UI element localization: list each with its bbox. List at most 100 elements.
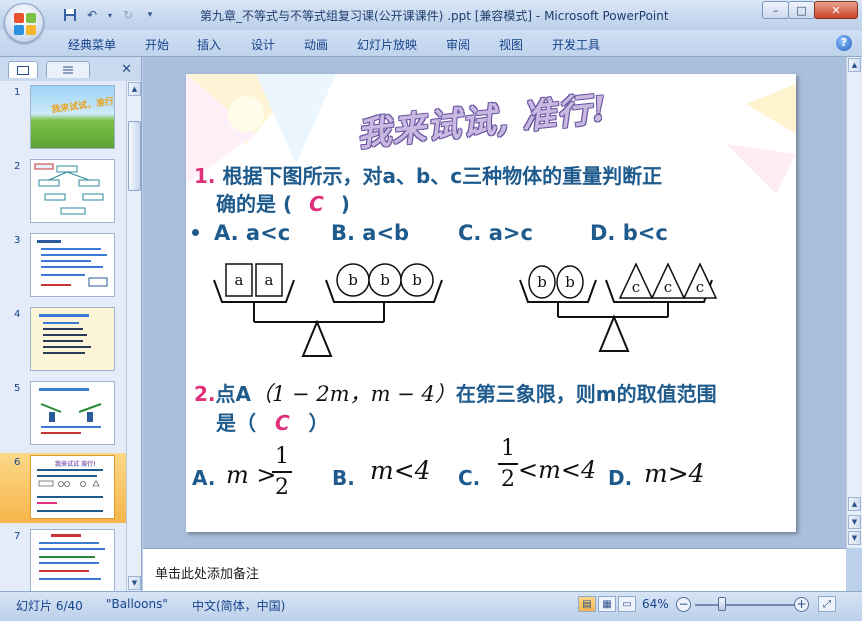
tab-animation[interactable]: 动画 <box>304 36 328 53</box>
slide-canvas[interactable]: 我来试试, 准行! 1. 根据下图所示，对a、b、c三种物体的重量判断正 确的是… <box>186 74 796 532</box>
office-button[interactable] <box>4 3 44 43</box>
zoom-in-icon[interactable]: + <box>794 597 809 612</box>
label-c3: c <box>696 278 704 296</box>
thumbnail-slide-1: 我来试试，准行! <box>30 85 115 149</box>
tab-view[interactable]: 视图 <box>499 36 523 53</box>
fit-to-window-icon[interactable]: ⤢ <box>818 596 836 612</box>
minimize-button[interactable]: – <box>762 1 789 19</box>
quick-access-toolbar: ↶ ▾ ↻ ▾ <box>54 6 158 24</box>
zoom-level[interactable]: 64% <box>642 597 669 611</box>
thumbnail-item[interactable]: 4 <box>0 305 126 375</box>
save-icon[interactable] <box>62 7 78 23</box>
next-slide-icon[interactable]: ▼ <box>848 515 861 529</box>
title-bar: ↶ ▾ ↻ ▾ 第九章_不等式与不等式组复习课(公开课课件) .ppt [兼容模… <box>0 0 862 43</box>
q1-answer: C <box>309 192 324 216</box>
thumb3-text <box>37 240 108 287</box>
thumbnail-scrollbar[interactable]: ▲ ▼ <box>126 81 141 591</box>
redo-icon[interactable]: ↻ <box>120 7 136 23</box>
slide-editor: 我来试试, 准行! 1. 根据下图所示，对a、b、c三种物体的重量判断正 确的是… <box>143 57 846 548</box>
q2-option-c-fraction: 1 2 <box>498 436 518 492</box>
tab-slideshow[interactable]: 幻灯片放映 <box>357 36 417 53</box>
slideshow-view-icon[interactable]: ▭ <box>618 596 636 612</box>
q1-line2-post: ) <box>340 192 350 216</box>
q2-option-c-math: <m<4 <box>518 456 597 484</box>
editor-scrollbar[interactable]: ▲ ▲ ▼ ▼ <box>846 57 862 548</box>
tab-design[interactable]: 设计 <box>251 36 275 53</box>
q1-option-a: A. a<c <box>214 221 291 245</box>
normal-view-icon[interactable]: ▤ <box>578 596 596 612</box>
thumbnail-number: 4 <box>14 309 21 320</box>
status-bar: 幻灯片 6/40 "Balloons" 中文(简体，中国) ▤ ▦ ▭ 64% … <box>0 591 862 621</box>
tab-review[interactable]: 审阅 <box>446 36 470 53</box>
q2-option-b-label: B. <box>332 466 355 490</box>
q1-text: 根据下图所示，对a、b、c三种物体的重量判断正 <box>222 164 663 188</box>
slide-sorter-icon[interactable]: ▦ <box>598 596 616 612</box>
prev-slide-icon[interactable]: ▲ <box>848 497 861 511</box>
maximize-button[interactable]: □ <box>788 1 815 19</box>
q2-option-a-math: m > <box>226 461 277 489</box>
window-title: 第九章_不等式与不等式组复习课(公开课课件) .ppt [兼容模式] - Mic… <box>200 9 669 23</box>
zoom-slider[interactable] <box>695 604 795 606</box>
language-indicator[interactable]: 中文(简体，中国) <box>192 597 285 614</box>
zoom-out-icon[interactable]: − <box>676 597 691 612</box>
tab-classic-menu[interactable]: 经典菜单 <box>68 36 116 53</box>
slides-tab-icon <box>17 65 29 75</box>
slides-tab[interactable] <box>8 61 38 78</box>
thumbnail-item[interactable]: 1 我来试试，准行! <box>0 83 126 153</box>
q2-line2: 是（ C ） <box>216 407 329 436</box>
label-a1: a <box>235 271 244 289</box>
thumbnail-item[interactable]: 2 <box>0 157 126 227</box>
panel-close-icon[interactable]: ✕ <box>121 62 132 77</box>
thumb2-diagram <box>34 163 104 215</box>
q2-option-b-math: m<4 <box>370 456 431 485</box>
zoom-slider-knob[interactable] <box>718 597 726 611</box>
thumbnail-item[interactable]: 5 <box>0 379 126 449</box>
close-button[interactable]: ✕ <box>814 1 858 19</box>
q2-post: 在第三象限，则m的取值范围 <box>455 382 717 406</box>
outline-tab[interactable] <box>46 61 90 78</box>
q2-line2-pre: 是（ <box>216 411 256 435</box>
thumbnail-number: 3 <box>14 235 21 246</box>
thumbnail-number: 7 <box>14 531 21 542</box>
q2-line1: 2.点A（1 − 2m，m − 4）在第三象限，则m的取值范围 <box>194 378 717 408</box>
thumbnail-slide-4 <box>30 307 115 371</box>
undo-icon[interactable]: ↶ <box>84 7 100 23</box>
thumbnail-number: 5 <box>14 383 21 394</box>
office-logo-icon <box>14 13 36 35</box>
thumbnail-item-selected[interactable]: 6 我来试试 准行! <box>0 453 126 523</box>
editor-scroll-up-icon[interactable]: ▲ <box>848 58 861 72</box>
tab-home[interactable]: 开始 <box>145 36 169 53</box>
customize-qat-icon[interactable]: ▾ <box>142 7 158 23</box>
q1-line2: 确的是 ( C ) <box>216 188 350 217</box>
balance-diagrams: a a b b b b b c c c <box>213 262 718 357</box>
scroll-thumb[interactable] <box>128 121 141 191</box>
thumbnail-item[interactable]: 3 <box>0 231 126 301</box>
thumbnail-item[interactable]: 7 <box>0 527 126 591</box>
label-b4: b <box>537 273 547 291</box>
q1-line1: 1. 根据下图所示，对a、b、c三种物体的重量判断正 <box>194 160 662 189</box>
tab-developer[interactable]: 开发工具 <box>552 36 600 53</box>
label-a2: a <box>265 271 274 289</box>
label-b5: b <box>565 273 575 291</box>
notes-pane[interactable]: 单击此处添加备注 <box>143 548 846 591</box>
notes-placeholder[interactable]: 单击此处添加备注 <box>155 563 259 582</box>
thumb5-balance <box>39 388 102 434</box>
q2-option-c-label: C. <box>458 466 481 490</box>
label-b2: b <box>380 271 390 289</box>
scroll-up-icon[interactable]: ▲ <box>128 82 141 96</box>
editor-scroll-down-icon[interactable]: ▼ <box>848 531 861 545</box>
weights <box>225 262 718 299</box>
help-icon[interactable]: ? <box>836 35 852 51</box>
thumbnail-slide-6: 我来试试 准行! <box>30 455 115 519</box>
tab-insert[interactable]: 插入 <box>197 36 221 53</box>
q2-option-d-math: m>4 <box>644 459 705 488</box>
thumbnail-number: 2 <box>14 161 21 172</box>
thumbnail-number: 6 <box>14 457 21 468</box>
scroll-down-icon[interactable]: ▼ <box>128 576 141 590</box>
undo-dropdown-icon[interactable]: ▾ <box>106 7 114 23</box>
thumb4-text <box>39 314 91 354</box>
q2-option-a-fraction: 1 2 <box>272 444 292 500</box>
q1-line2-pre: 确的是 ( <box>216 192 293 216</box>
q2-pre: 点A <box>215 382 251 406</box>
q2-option-a-num: 1 <box>275 444 289 469</box>
